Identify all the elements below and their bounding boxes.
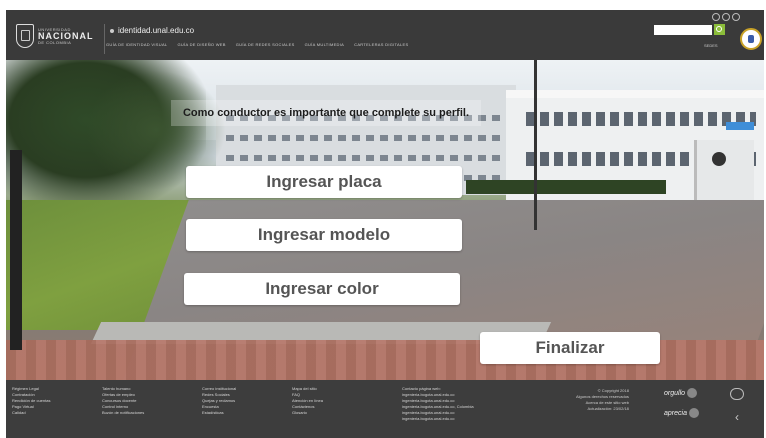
footer-link[interactable]: Estadísticas — [202, 410, 236, 415]
footer-column-3: Correo institucional Redes Sociales Quej… — [202, 386, 236, 415]
minimize-icon[interactable] — [712, 13, 720, 21]
footer-link[interactable]: Atención en línea — [292, 398, 323, 403]
shield-icon — [16, 24, 34, 48]
nav-item-diseno-web[interactable]: GUÍA DE DISEÑO WEB — [177, 42, 225, 47]
bullet-icon — [110, 28, 114, 33]
footer-link[interactable]: ingenieria.bogota.unal.edu.co — [402, 398, 474, 403]
orgullo-badge[interactable]: orgullo — [664, 388, 698, 398]
close-icon[interactable] — [732, 13, 740, 21]
app-frame: UNIVERSIDAD NACIONAL DE COLOMBIA identid… — [6, 10, 764, 438]
domain-label: identidad.unal.edu.co — [118, 26, 195, 35]
search-input[interactable] — [654, 25, 712, 35]
logo-sub-text: DE COLOMBIA — [38, 39, 72, 45]
un-badge-icon — [688, 408, 699, 418]
nav-item-carteleras[interactable]: CARTELERAS DIGITALES — [354, 42, 408, 47]
site-domain[interactable]: identidad.unal.edu.co — [110, 26, 194, 35]
finish-button[interactable]: Finalizar — [480, 332, 660, 364]
copyright-line: Algunos derechos reservados — [576, 394, 629, 399]
footer-link[interactable]: Rendición de cuentas — [12, 398, 50, 403]
nav-item-multimedia[interactable]: GUÍA MULTIMEDIA — [305, 42, 345, 47]
search-button[interactable] — [714, 24, 725, 35]
profile-prompt-banner: Como conductor es importante que complet… — [171, 100, 481, 126]
site-header: UNIVERSIDAD NACIONAL DE COLOMBIA identid… — [6, 10, 764, 60]
nav-item-redes[interactable]: GUÍA DE REDES SOCIALES — [236, 42, 295, 47]
footer-link[interactable]: Glosario — [292, 410, 323, 415]
footer-link[interactable]: Concursos docente — [102, 398, 144, 403]
university-logo[interactable]: UNIVERSIDAD NACIONAL DE COLOMBIA — [16, 18, 96, 54]
lamp-post — [10, 150, 22, 350]
footer-link[interactable]: ingenieria.bogota.unal.edu.co — [402, 416, 474, 421]
enter-plate-button[interactable]: Ingresar placa — [186, 166, 462, 198]
footer-link[interactable]: Ofertas de empleo — [102, 392, 144, 397]
window-row — [226, 155, 506, 161]
aprecia-label: aprecia — [664, 409, 687, 417]
footer-link[interactable]: Redes Sociales — [202, 392, 236, 397]
enter-model-button[interactable]: Ingresar modelo — [186, 219, 462, 251]
nav-item-identidad[interactable]: GUÍA DE IDENTIDAD VISUAL — [106, 42, 167, 47]
site-footer: Régimen Legal Contratación Rendición de … — [6, 380, 764, 438]
header-divider — [104, 24, 105, 54]
footer-link[interactable]: Encuesta — [202, 404, 236, 409]
footer-link[interactable]: Pago Virtual — [12, 404, 50, 409]
aprecia-badge[interactable]: aprecia — [664, 408, 699, 418]
footer-link[interactable]: Mapa del sitio — [292, 386, 323, 391]
footer-column-1: Régimen Legal Contratación Rendición de … — [12, 386, 50, 415]
campus-background-image: Como conductor es importante que complet… — [6, 60, 764, 380]
logo-text: UNIVERSIDAD NACIONAL DE COLOMBIA — [38, 27, 94, 45]
copyright-line: © Copyright 2018 — [597, 388, 629, 393]
footer-link[interactable]: ingenieria.bogota.unal.edu.co, Colombia — [402, 404, 474, 409]
un-logo-icon — [712, 152, 726, 166]
lamp-post — [534, 60, 537, 230]
footer-link[interactable]: Contáctenos — [292, 404, 323, 409]
un-badge-icon — [687, 388, 698, 398]
chevron-left-icon[interactable]: ‹ — [730, 410, 744, 424]
footer-link[interactable]: Correo institucional — [202, 386, 236, 391]
copyright-line[interactable]: Acerca de este sitio web — [586, 400, 629, 405]
top-navigation: GUÍA DE IDENTIDAD VISUAL GUÍA DE DISEÑO … — [106, 42, 408, 47]
entrance — [694, 140, 754, 200]
footer-column-5: Contacto página web: ingenieria.bogota.u… — [402, 386, 474, 421]
window-controls — [712, 13, 740, 21]
maximize-icon[interactable] — [722, 13, 730, 21]
footer-link[interactable]: Quejas y reclamos — [202, 398, 236, 403]
window-row — [226, 135, 506, 141]
profile-prompt-text: Como conductor es importante que complet… — [182, 107, 470, 119]
window-row — [526, 112, 756, 126]
footer-link[interactable]: Control interno — [102, 404, 144, 409]
creative-commons-icon — [730, 388, 744, 400]
footer-link[interactable]: ingenieria.bogota.unal.edu.co — [402, 410, 474, 415]
copyright-block: © Copyright 2018 Algunos derechos reserv… — [576, 388, 629, 411]
enter-color-button[interactable]: Ingresar color — [184, 273, 460, 305]
footer-link[interactable]: FAQ — [292, 392, 323, 397]
footer-link: Contacto página web: — [402, 386, 441, 391]
copyright-line: Actualización: 23/02/18 — [587, 406, 629, 411]
coat-of-arms-icon — [740, 28, 762, 50]
footer-link[interactable]: ingenieria.bogota.unal.edu.co — [402, 392, 474, 397]
hedge — [466, 180, 666, 194]
footer-link[interactable]: Contratación — [12, 392, 50, 397]
footer-column-2: Talento humano Ofertas de empleo Concurs… — [102, 386, 144, 415]
footer-link[interactable]: Buzón de notificaciones — [102, 410, 144, 415]
footer-column-4: Mapa del sitio FAQ Atención en línea Con… — [292, 386, 323, 415]
footer-link[interactable]: Talento humano — [102, 386, 144, 391]
orgullo-label: orgullo — [664, 389, 686, 397]
roof — [506, 90, 764, 98]
blue-sign — [726, 122, 754, 130]
sedes-dropdown[interactable]: SEDES — [704, 43, 718, 48]
footer-link[interactable]: Calidad — [12, 410, 50, 415]
footer-link[interactable]: Régimen Legal — [12, 386, 50, 391]
